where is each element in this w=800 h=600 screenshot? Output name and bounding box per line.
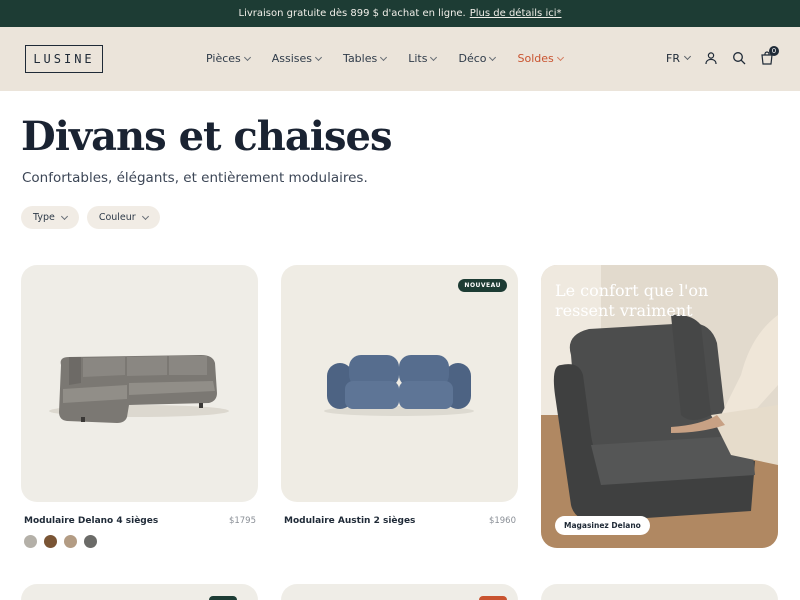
nav-label: Assises xyxy=(271,52,313,65)
swatch-gray[interactable] xyxy=(24,535,37,548)
chevron-down-icon xyxy=(60,212,68,220)
product-price: $1795 xyxy=(228,516,256,526)
chevron-down-icon xyxy=(489,53,497,61)
nav-label: Soldes xyxy=(517,52,554,65)
new-badge: NOUVEAU xyxy=(458,279,507,292)
product-name[interactable]: Modulaire Delano 4 sièges xyxy=(24,516,158,526)
header-actions: FR 0 xyxy=(666,46,779,65)
filter-bar: Type Couleur xyxy=(21,206,160,229)
chevron-down-icon xyxy=(683,52,692,61)
filter-couleur[interactable]: Couleur xyxy=(86,206,160,229)
product-name[interactable]: Modulaire Austin 2 sièges xyxy=(284,516,415,526)
product-card[interactable] xyxy=(21,584,258,600)
swatch-taupe[interactable] xyxy=(64,535,77,548)
announcement-text: Livraison gratuite dès 899 $ d'achat en … xyxy=(238,8,466,19)
nav-item-soldes[interactable]: Soldes xyxy=(517,52,564,65)
product-card-austin[interactable]: NOUVEAU xyxy=(281,265,518,502)
filter-label: Couleur xyxy=(98,212,136,223)
nav-label: Déco xyxy=(458,52,487,65)
chevron-down-icon xyxy=(141,212,149,220)
sectional-sofa-image xyxy=(49,355,229,423)
chevron-down-icon xyxy=(380,53,388,61)
filter-type[interactable]: Type xyxy=(21,206,79,229)
swatch-charcoal[interactable] xyxy=(84,535,97,548)
brand-logo[interactable]: LUSINE xyxy=(25,45,103,73)
product-price: $1960 xyxy=(488,516,516,526)
chevron-down-icon xyxy=(243,53,251,61)
badge xyxy=(479,596,507,600)
product-card[interactable] xyxy=(281,584,518,600)
nav-item-pieces[interactable]: Pièces xyxy=(206,52,251,65)
cart-count-badge: 0 xyxy=(769,46,779,56)
main-nav: Pièces Assises Tables Lits Déco Soldes xyxy=(206,52,564,65)
nav-label: Tables xyxy=(343,52,378,65)
shop-delano-button[interactable]: Magasinez Delano xyxy=(555,516,650,535)
announcement-bar: Livraison gratuite dès 899 $ d'achat en … xyxy=(0,0,800,27)
nav-item-lits[interactable]: Lits xyxy=(408,52,438,65)
nav-label: Lits xyxy=(408,52,428,65)
promo-headline: Le confort que l'on ressent vraiment xyxy=(555,281,709,320)
chevron-down-icon xyxy=(430,53,438,61)
site-header: LUSINE Pièces Assises Tables Lits Déco S… xyxy=(0,27,800,91)
nav-item-deco[interactable]: Déco xyxy=(458,52,497,65)
page-title: Divans et chaises xyxy=(21,113,392,160)
nav-label: Pièces xyxy=(206,52,241,65)
chevron-down-icon xyxy=(556,53,564,61)
badge xyxy=(209,596,237,600)
language-selector[interactable]: FR xyxy=(666,51,692,65)
color-swatches xyxy=(24,535,97,548)
chevron-down-icon xyxy=(315,53,323,61)
search-icon[interactable] xyxy=(732,51,746,65)
page-subtitle: Confortables, élégants, et entièrement m… xyxy=(22,170,368,186)
product-card[interactable] xyxy=(541,584,778,600)
loveseat-sofa-image xyxy=(324,355,474,416)
account-icon[interactable] xyxy=(704,51,718,65)
product-card-delano[interactable] xyxy=(21,265,258,502)
promo-card[interactable]: Le confort que l'on ressent vraiment Mag… xyxy=(541,265,778,548)
swatch-brown[interactable] xyxy=(44,535,57,548)
nav-item-tables[interactable]: Tables xyxy=(343,52,388,65)
filter-label: Type xyxy=(33,212,55,223)
cart-icon[interactable]: 0 xyxy=(760,46,779,65)
language-label: FR xyxy=(666,51,680,65)
nav-item-assises[interactable]: Assises xyxy=(271,52,323,65)
announcement-details-link[interactable]: Plus de détails ici* xyxy=(470,8,562,19)
